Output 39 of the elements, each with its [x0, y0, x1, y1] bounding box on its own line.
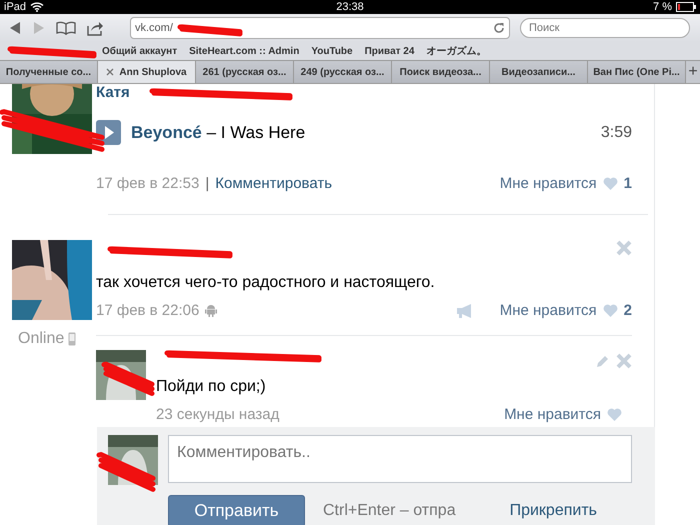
bookmark-link[interactable]: YouTube — [311, 46, 353, 56]
send-button[interactable]: Отправить — [168, 495, 305, 525]
post-date: 17 фев в 22:06 — [96, 302, 200, 319]
browser-tab[interactable]: 249 (русская оз... — [294, 61, 392, 83]
battery-percent: 7 % — [653, 1, 672, 13]
separator-text: | — [205, 175, 210, 192]
like-label[interactable]: Мне нравится — [500, 175, 597, 192]
post-text: так хочется чего-то радостного и настоящего. — [96, 274, 436, 292]
search-field[interactable]: Поиск — [520, 18, 690, 38]
browser-tab[interactable]: 261 (русская оз... — [196, 61, 294, 83]
clock-time: 23:38 — [336, 1, 364, 13]
attach-link[interactable]: Прикрепить — [510, 502, 597, 520]
like-label[interactable]: Мне нравится — [504, 406, 601, 423]
bookmark-link[interactable]: オーガズム。 — [426, 44, 486, 58]
author-name[interactable]: Катя — [96, 84, 130, 101]
browser-tab[interactable]: Ван Пис (One Pi... — [588, 61, 686, 83]
comment-text: Пойди по сри;) — [156, 378, 267, 396]
bookmark-link[interactable]: Приват 24 — [364, 46, 414, 56]
track-duration: 3:59 — [600, 124, 632, 142]
new-tab-button[interactable]: + — [686, 61, 700, 83]
track-title: Beyoncé – I Was Here — [131, 122, 306, 142]
post-date: 17 фев в 22:53 — [96, 175, 200, 192]
online-status: Online — [18, 330, 64, 348]
send-hint: Ctrl+Enter – отпра — [323, 502, 456, 520]
browser-tab[interactable]: Ann Shuplova — [98, 61, 196, 83]
like-count: 2 — [624, 302, 632, 319]
device-label: iPad — [4, 1, 26, 13]
like-count: 1 — [624, 175, 632, 192]
bookmark-link[interactable]: SiteHeart.com :: Admin — [189, 46, 300, 56]
browser-tab[interactable]: Поиск видеоза... — [392, 61, 490, 83]
browser-tab[interactable]: Полученные со... — [0, 61, 98, 83]
url-text: vk.com/ — [135, 22, 173, 34]
comment-link[interactable]: Комментировать — [215, 175, 332, 192]
browser-tab[interactable]: Видеозаписи... — [490, 61, 588, 83]
comment-time: 23 секунды назад — [156, 406, 280, 423]
comment-field[interactable]: Комментировать.. — [168, 435, 632, 483]
address-field[interactable]: vk.com/ — [130, 17, 510, 39]
bookmark-link[interactable]: Общий аккаунт — [102, 46, 178, 56]
like-label[interactable]: Мне нравится — [500, 302, 597, 319]
